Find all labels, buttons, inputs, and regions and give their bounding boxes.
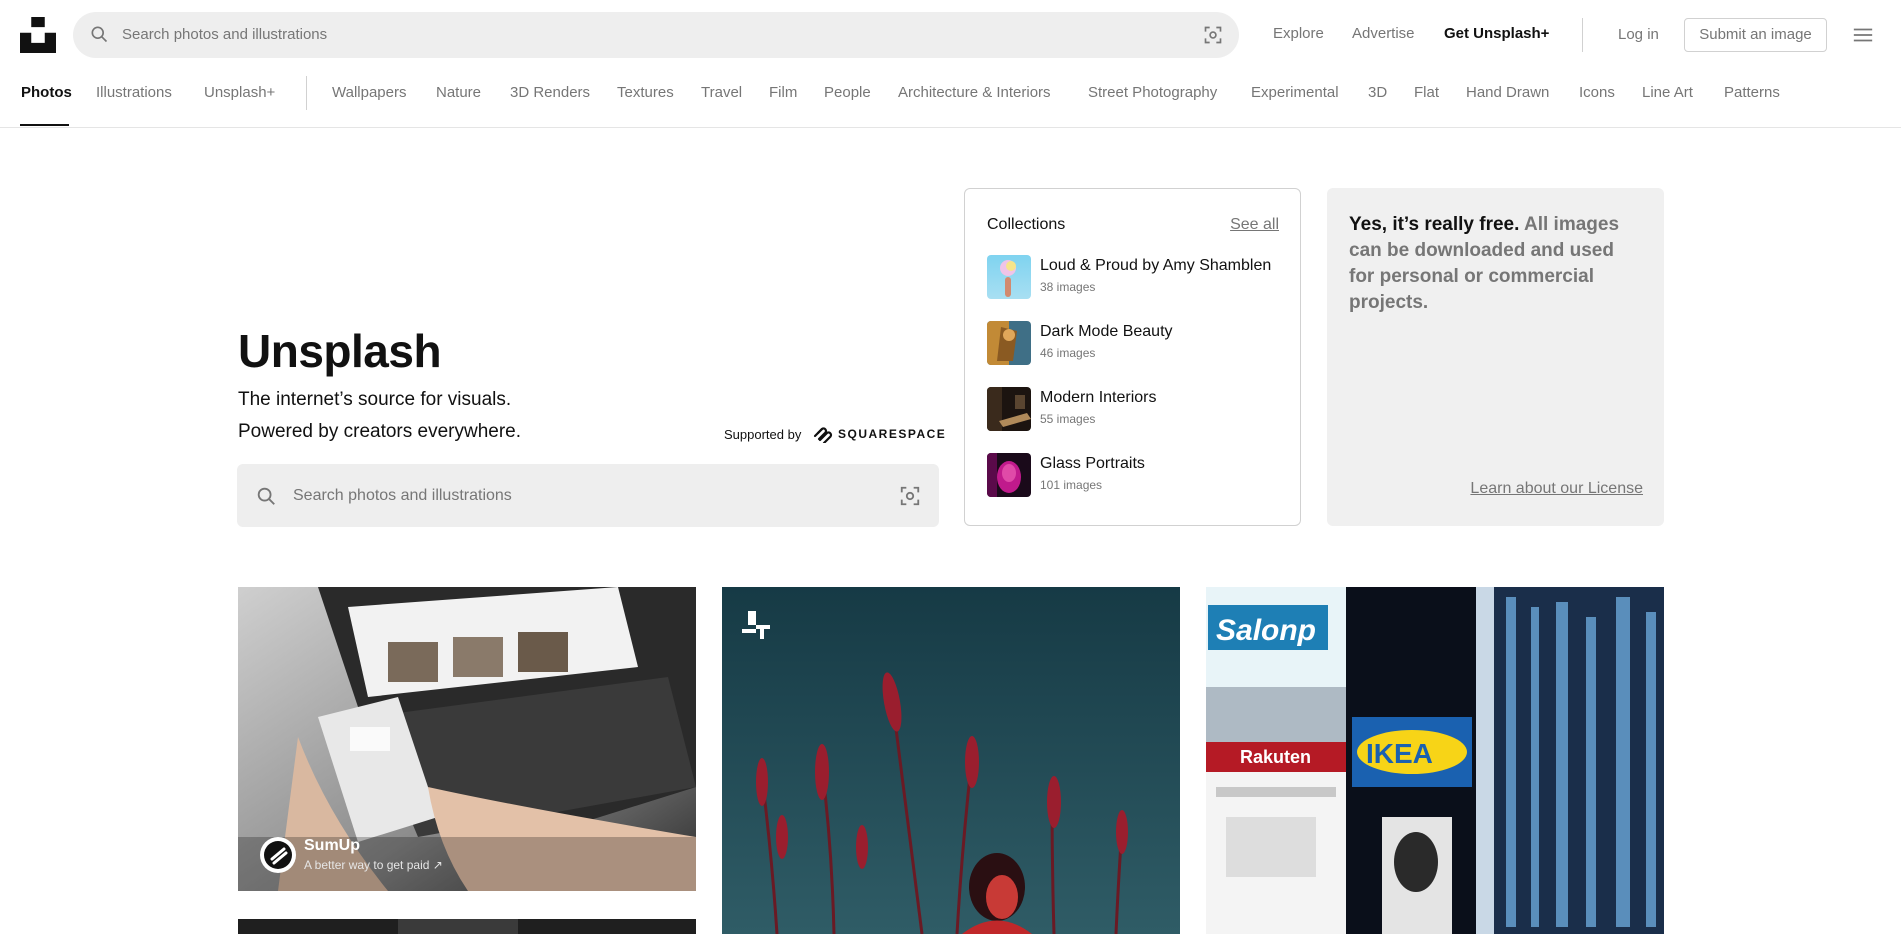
collection-name[interactable]: Dark Mode Beauty [1040,323,1287,341]
svg-text:Salonp: Salonp [1216,614,1316,647]
tab-flat[interactable]: Flat [1414,84,1439,101]
tab-people[interactable]: People [824,84,871,101]
hero-search-bar[interactable]: Search photos and illustrations [237,464,939,527]
collection-count: 55 images [1040,412,1096,426]
sponsor-tagline[interactable]: A better way to get paid ↗ [304,858,443,872]
tab-textures[interactable]: Textures [617,84,674,101]
tab-illustrations[interactable]: Illustrations [96,84,172,101]
hero-title: Unsplash [238,325,442,377]
tab-photos[interactable]: Photos [21,84,72,101]
collection-item[interactable]: Dark Mode Beauty 46 images [987,321,1287,367]
tab-patterns[interactable]: Patterns [1724,84,1780,101]
photo-image[interactable] [238,919,696,934]
unsplash-logo-icon[interactable] [20,17,56,53]
tab-unsplash-plus[interactable]: Unsplash+ [204,84,275,101]
collection-name[interactable]: Modern Interiors [1040,389,1287,407]
tab-architecture-interiors[interactable]: Architecture & Interiors [898,84,1051,101]
collection-item[interactable]: Glass Portraits 101 images [987,453,1287,499]
collection-thumbnail[interactable] [987,387,1031,431]
nav-get-plus-link[interactable]: Get Unsplash+ [1444,25,1549,42]
tab-3d[interactable]: 3D [1368,84,1387,101]
search-icon[interactable] [89,24,109,49]
photo-card[interactable]: Salonp Rakuten IKEA [1206,587,1664,934]
collection-name[interactable]: Glass Portraits [1040,455,1287,473]
squarespace-wordmark[interactable]: SQUARESPACE [838,427,946,441]
tab-icons[interactable]: Icons [1579,84,1615,101]
nav-advertise-link[interactable]: Advertise [1352,25,1415,42]
svg-text:IKEA: IKEA [1366,738,1433,769]
tab-line-art[interactable]: Line Art [1642,84,1693,101]
collection-thumbnail[interactable] [987,321,1031,365]
tab-3d-renders[interactable]: 3D Renders [510,84,590,101]
tab-street-photography[interactable]: Street Photography [1088,84,1217,101]
sumup-logo-icon[interactable] [260,837,296,878]
collection-item[interactable]: Modern Interiors 55 images [987,387,1287,433]
tab-experimental[interactable]: Experimental [1251,84,1339,101]
collections-heading: Collections [987,216,1066,233]
active-tab-indicator [20,124,69,126]
supported-by-label: Supported by [724,427,802,442]
svg-text:Rakuten: Rakuten [1240,747,1311,767]
tab-nature[interactable]: Nature [436,84,481,101]
collection-count: 46 images [1040,346,1096,360]
photo-card[interactable] [722,587,1180,934]
visual-search-icon[interactable] [899,485,921,512]
see-all-link[interactable]: See all [1230,216,1279,234]
collection-item[interactable]: Loud & Proud by Amy Shamblen 38 images [987,255,1287,301]
visual-search-icon[interactable] [1203,25,1223,50]
collection-thumbnail[interactable] [987,453,1031,497]
collections-card: Collections See all Loud & Proud by Amy … [964,188,1301,526]
photo-image[interactable] [722,587,1180,934]
free-license-bold: Yes, it’s really free. [1349,214,1520,235]
tabs-divider [306,76,307,110]
free-license-text: Yes, it’s really free. All images can be… [1349,212,1639,316]
topic-tabs-bar: Photos Illustrations Unsplash+ Wallpaper… [0,70,1901,128]
hero-search-input[interactable]: Search photos and illustrations [293,487,512,505]
sponsor-name[interactable]: SumUp [304,837,360,855]
tab-film[interactable]: Film [769,84,797,101]
header-divider [1582,18,1583,52]
sponsored-photo[interactable]: SumUp A better way to get paid ↗ [238,587,696,891]
login-link[interactable]: Log in [1618,26,1659,43]
photo-card[interactable] [238,919,696,934]
free-license-card: Yes, it’s really free. All images can be… [1327,188,1664,526]
search-icon[interactable] [255,485,277,512]
hero-subtitle-line1: The internet’s source for visuals. [238,389,512,410]
collection-thumbnail[interactable] [987,255,1031,299]
collection-count: 101 images [1040,478,1103,492]
license-link[interactable]: Learn about our License [1470,480,1643,498]
tab-travel[interactable]: Travel [701,84,742,101]
header-search-bar[interactable]: Search photos and illustrations [73,12,1239,58]
squarespace-logo-icon[interactable] [812,425,834,448]
photo-image[interactable]: Salonp Rakuten IKEA [1206,587,1664,934]
tab-wallpapers[interactable]: Wallpapers [332,84,406,101]
submit-image-button[interactable]: Submit an image [1684,18,1827,52]
tab-hand-drawn[interactable]: Hand Drawn [1466,84,1549,101]
top-bar: Search photos and illustrations Explore … [0,0,1901,70]
hamburger-menu-icon[interactable] [1852,24,1874,51]
header-search-input[interactable]: Search photos and illustrations [122,26,327,43]
hero-subtitle-line2: Powered by creators everywhere. [238,421,522,442]
collection-name[interactable]: Loud & Proud by Amy Shamblen [1040,257,1287,275]
nav-explore-link[interactable]: Explore [1273,25,1324,42]
collection-count: 38 images [1040,280,1096,294]
